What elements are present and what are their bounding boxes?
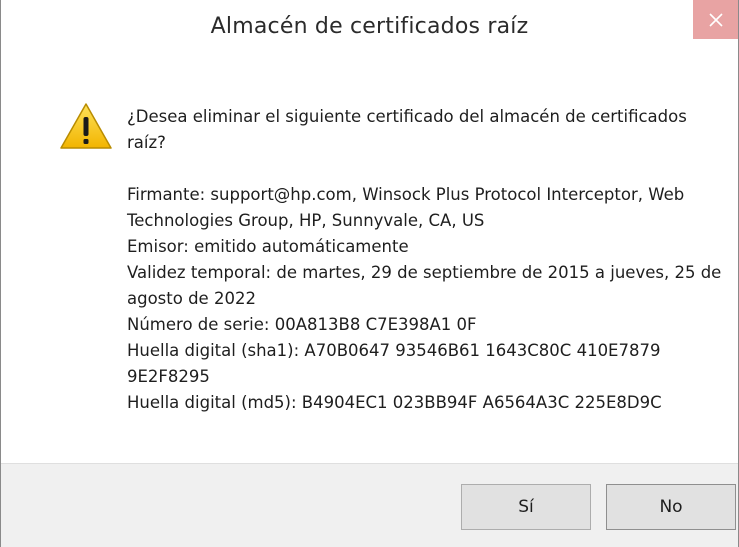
confirmation-question: ¿Desea eliminar el siguiente certificado… bbox=[127, 107, 687, 152]
warning-icon bbox=[60, 103, 112, 149]
signer-line: Firmante: support@hp.com, Winsock Plus P… bbox=[127, 185, 685, 230]
close-button[interactable] bbox=[693, 0, 738, 39]
validity-line: Validez temporal: de martes, 29 de septi… bbox=[127, 263, 722, 308]
issuer-line: Emisor: emitido automáticamente bbox=[127, 237, 409, 256]
button-bar: Sí No bbox=[1, 463, 738, 547]
window-title: Almacén de certificados raíz bbox=[210, 14, 529, 39]
md5-thumbprint-line: Huella digital (md5): B4904EC1 023BB94F … bbox=[127, 393, 662, 412]
yes-button[interactable]: Sí bbox=[461, 484, 591, 530]
dialog-body: ¿Desea eliminar el siguiente certificado… bbox=[1, 58, 738, 463]
dialog-window: Almacén de certificados raíz ¿Desea elim… bbox=[0, 0, 739, 547]
close-icon bbox=[708, 12, 723, 27]
dialog-message: ¿Desea eliminar el siguiente certificado… bbox=[127, 104, 727, 416]
sha1-thumbprint-line: Huella digital (sha1): A70B0647 93546B61… bbox=[127, 341, 661, 386]
serial-number-line: Número de serie: 00A813B8 C7E398A1 0F bbox=[127, 315, 477, 334]
title-bar: Almacén de certificados raíz bbox=[1, 0, 738, 58]
no-button[interactable]: No bbox=[606, 484, 736, 530]
